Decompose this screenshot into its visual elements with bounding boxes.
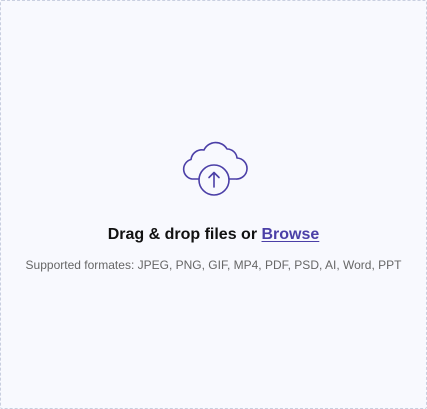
supported-formats-text: Supported formates: JPEG, PNG, GIF, MP4,… bbox=[25, 258, 402, 272]
drop-prompt-text: Drag & drop files or bbox=[107, 226, 258, 243]
file-drop-zone[interactable]: Drag & drop files or Browse Supported fo… bbox=[0, 0, 427, 409]
browse-link[interactable]: Browse bbox=[262, 226, 320, 243]
cloud-upload-icon bbox=[182, 141, 248, 196]
drop-prompt: Drag & drop files or Browse bbox=[1, 225, 426, 245]
